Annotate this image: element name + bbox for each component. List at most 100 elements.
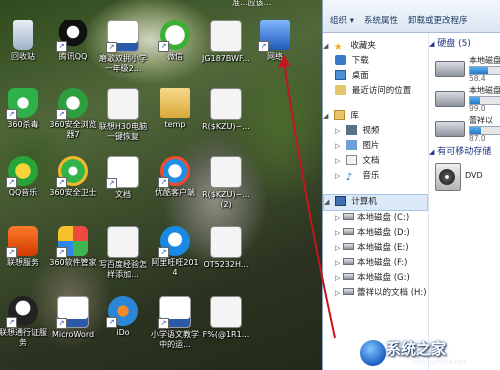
- nav-item-drive[interactable]: ▷ 本地磁盘 (F:): [323, 256, 428, 271]
- nav-item-documents[interactable]: ▷ 文档: [323, 154, 428, 169]
- expand-arrow-icon[interactable]: ◢: [323, 39, 331, 54]
- ido-icon: ↗: [106, 296, 138, 328]
- wangwang-icon: ↗: [158, 226, 190, 258]
- desktop-icon-doc[interactable]: 写百度经验怎样添加...: [98, 226, 148, 280]
- desktop-icon-browser[interactable]: ↗ 360安全浏览器7: [48, 88, 98, 140]
- desktop-icon-doc[interactable]: F%(@1R1...: [201, 296, 251, 340]
- doc-icon: [210, 156, 242, 188]
- nav-item-downloads[interactable]: 下载: [323, 54, 428, 69]
- music-icon: ♪: [345, 172, 353, 183]
- collapse-arrow-icon[interactable]: ▷: [335, 124, 343, 139]
- collapse-arrow-icon[interactable]: ▷: [335, 154, 343, 169]
- nav-item-recent-places[interactable]: 最近访问的位置: [323, 84, 428, 99]
- shortcut-arrow-icon: ↗: [56, 318, 67, 329]
- nav-item-desktop[interactable]: 桌面: [323, 69, 428, 84]
- desktop-icon-label: OT5232H...: [203, 260, 249, 269]
- nav-drive-list: ▷ 本地磁盘 (C:) ▷ 本地磁盘 (D:) ▷ 本地磁盘 (E:) ▷ 本地磁盘 (F:)…: [323, 211, 428, 301]
- lenovoid-icon: ↗: [6, 296, 38, 328]
- desktop-icon-word[interactable]: ↗ 小学语文教学中的运...: [150, 296, 200, 350]
- desktop-icon-doc[interactable]: JG187BWF...: [201, 20, 251, 64]
- nav-item-label: 本地磁盘 (E:): [357, 243, 409, 253]
- desktop-icon-wangwang[interactable]: ↗ 阿里旺旺2014: [150, 226, 200, 278]
- desktop-icon-youku[interactable]: ↗ 优酷客户端: [150, 156, 200, 198]
- desktop-icon-doc[interactable]: R($KZU)~...: [201, 88, 251, 132]
- collapse-arrow-icon[interactable]: ◢: [429, 148, 434, 156]
- desktop-icon-network[interactable]: ↗ 网络: [250, 20, 300, 62]
- shortcut-arrow-icon: ↗: [106, 42, 117, 53]
- nav-favorites[interactable]: ◢ ★ 收藏夹: [323, 39, 428, 54]
- doc-icon: [210, 88, 242, 120]
- dvd-drive-tile[interactable]: DVD: [429, 161, 500, 191]
- nav-item-drive[interactable]: ▷ 本地磁盘 (G:): [323, 271, 428, 286]
- nav-favorites-label: 收藏夹: [350, 41, 376, 51]
- nav-computer[interactable]: ◢ 计算机: [323, 194, 428, 211]
- collapse-arrow-icon[interactable]: ▷: [335, 271, 343, 286]
- system-properties-button[interactable]: 系统属性: [361, 13, 401, 27]
- desktop-icon-qqmusic[interactable]: ↗ QQ音乐: [0, 156, 48, 198]
- shortcut-arrow-icon: ↗: [6, 177, 17, 188]
- desktop-top-partial-text: 准...应该...: [232, 0, 272, 7]
- watermark-url: xitongzhijia.net: [412, 358, 466, 366]
- desktop-icon-label: JG187BWF...: [202, 54, 250, 63]
- dvd-icon: [435, 163, 461, 191]
- desktop-icon-shield[interactable]: ↗ 360杀毒: [0, 88, 48, 130]
- desktop-icon-label: 联想通行证服务: [0, 328, 47, 347]
- desktop-icon-word[interactable]: ↗ MicroWord: [48, 296, 98, 340]
- desktop-icon-doc[interactable]: 联想H30电脑一键恢复: [98, 88, 148, 142]
- organize-button[interactable]: 组织 ▾: [327, 13, 357, 27]
- desktop-icon-qq[interactable]: ↗ 腾讯QQ: [48, 20, 98, 62]
- desktop-icon-doc[interactable]: R($KZU)~... (2): [201, 156, 251, 210]
- removable-section-label: 有可移动存储: [437, 147, 492, 157]
- shortcut-arrow-icon: ↗: [158, 41, 169, 52]
- removable-section-header[interactable]: ◢ 有可移动存储: [429, 143, 500, 161]
- nav-library[interactable]: ◢ 库: [323, 109, 428, 124]
- nav-item-label: 图片: [362, 141, 380, 151]
- desktop-icon-label: temp: [164, 120, 186, 129]
- collapse-arrow-icon[interactable]: ◢: [429, 40, 434, 48]
- shortcut-arrow-icon: ↗: [6, 317, 17, 328]
- collapse-arrow-icon[interactable]: ▷: [335, 169, 343, 184]
- desktop-icon-label: 微信: [167, 52, 183, 61]
- nav-item-music[interactable]: ▷ ♪ 音乐: [323, 169, 428, 184]
- desktop-icon-label: 磨歌双拥小学一年级2...: [99, 54, 147, 73]
- nav-item-drive[interactable]: ▷ 本地磁盘 (D:): [323, 226, 428, 241]
- shortcut-arrow-icon: ↗: [56, 247, 67, 258]
- nav-item-drive[interactable]: ▷ 本地磁盘 (E:): [323, 241, 428, 256]
- desktop-icon-ido[interactable]: ↗ iDo: [98, 296, 148, 338]
- shortcut-arrow-icon: ↗: [6, 109, 17, 120]
- collapse-arrow-icon[interactable]: ▷: [335, 256, 343, 271]
- desktop-icon-word[interactable]: ↗ 磨歌双拥小学一年级2...: [98, 20, 148, 74]
- collapse-arrow-icon[interactable]: ▷: [335, 211, 343, 226]
- desktop-icon-recycle[interactable]: 回收站: [0, 20, 48, 62]
- drive-usage-fill: [470, 97, 480, 104]
- shortcut-arrow-icon: ↗: [6, 247, 17, 258]
- collapse-arrow-icon[interactable]: ▷: [335, 226, 343, 241]
- desktop-icon-label: R($KZU)~...: [202, 122, 250, 131]
- desktop-icon-lenovo[interactable]: ↗ 联想服务: [0, 226, 48, 268]
- nav-item-label: 本地磁盘 (D:): [357, 228, 410, 238]
- expand-arrow-icon[interactable]: ◢: [323, 109, 331, 124]
- desktop-icon-guard[interactable]: ↗ 360安全卫士: [48, 156, 98, 198]
- collapse-arrow-icon[interactable]: ▷: [335, 139, 343, 154]
- collapse-arrow-icon[interactable]: ▷: [335, 286, 343, 301]
- explorer-toolbar: 组织 ▾ 系统属性 卸载或更改程序: [323, 0, 500, 33]
- drive-tile[interactable]: 本地磁盘 99.0: [429, 83, 500, 113]
- drive-tile[interactable]: 本地磁盘 58.4: [429, 53, 500, 83]
- desktop-icon-doc[interactable]: OT5232H...: [201, 226, 251, 270]
- desktop-icon-folder[interactable]: temp: [150, 88, 200, 130]
- drive-tile[interactable]: 蕾祥以 87.0: [429, 113, 500, 143]
- desktop-icon-softmgr[interactable]: ↗ 360软件管家: [48, 226, 98, 268]
- uninstall-program-button[interactable]: 卸载或更改程序: [405, 13, 471, 27]
- nav-item-drive[interactable]: ▷ 蕾祥以的文档 (H:): [323, 286, 428, 301]
- expand-arrow-icon[interactable]: ◢: [324, 195, 332, 210]
- desktop-icon-wechat[interactable]: ↗ 微信: [150, 20, 200, 62]
- desktop-icon-lenovoid[interactable]: ↗ 联想通行证服务: [0, 296, 48, 348]
- collapse-arrow-icon[interactable]: ▷: [335, 241, 343, 256]
- desktop-icon-txt[interactable]: ↗ 文档: [98, 156, 148, 200]
- computer-icon: [334, 196, 346, 206]
- nav-item-pictures[interactable]: ▷ 图片: [323, 139, 428, 154]
- hdd-section-header[interactable]: ◢ 硬盘 (5): [429, 35, 500, 53]
- nav-item-drive[interactable]: ▷ 本地磁盘 (C:): [323, 211, 428, 226]
- navigation-pane: ◢ ★ 收藏夹 下载 桌面 最近访问的位置 ◢ 库 ▷ 视频 ▷ 图片 ▷ 文档…: [323, 33, 429, 370]
- nav-item-videos[interactable]: ▷ 视频: [323, 124, 428, 139]
